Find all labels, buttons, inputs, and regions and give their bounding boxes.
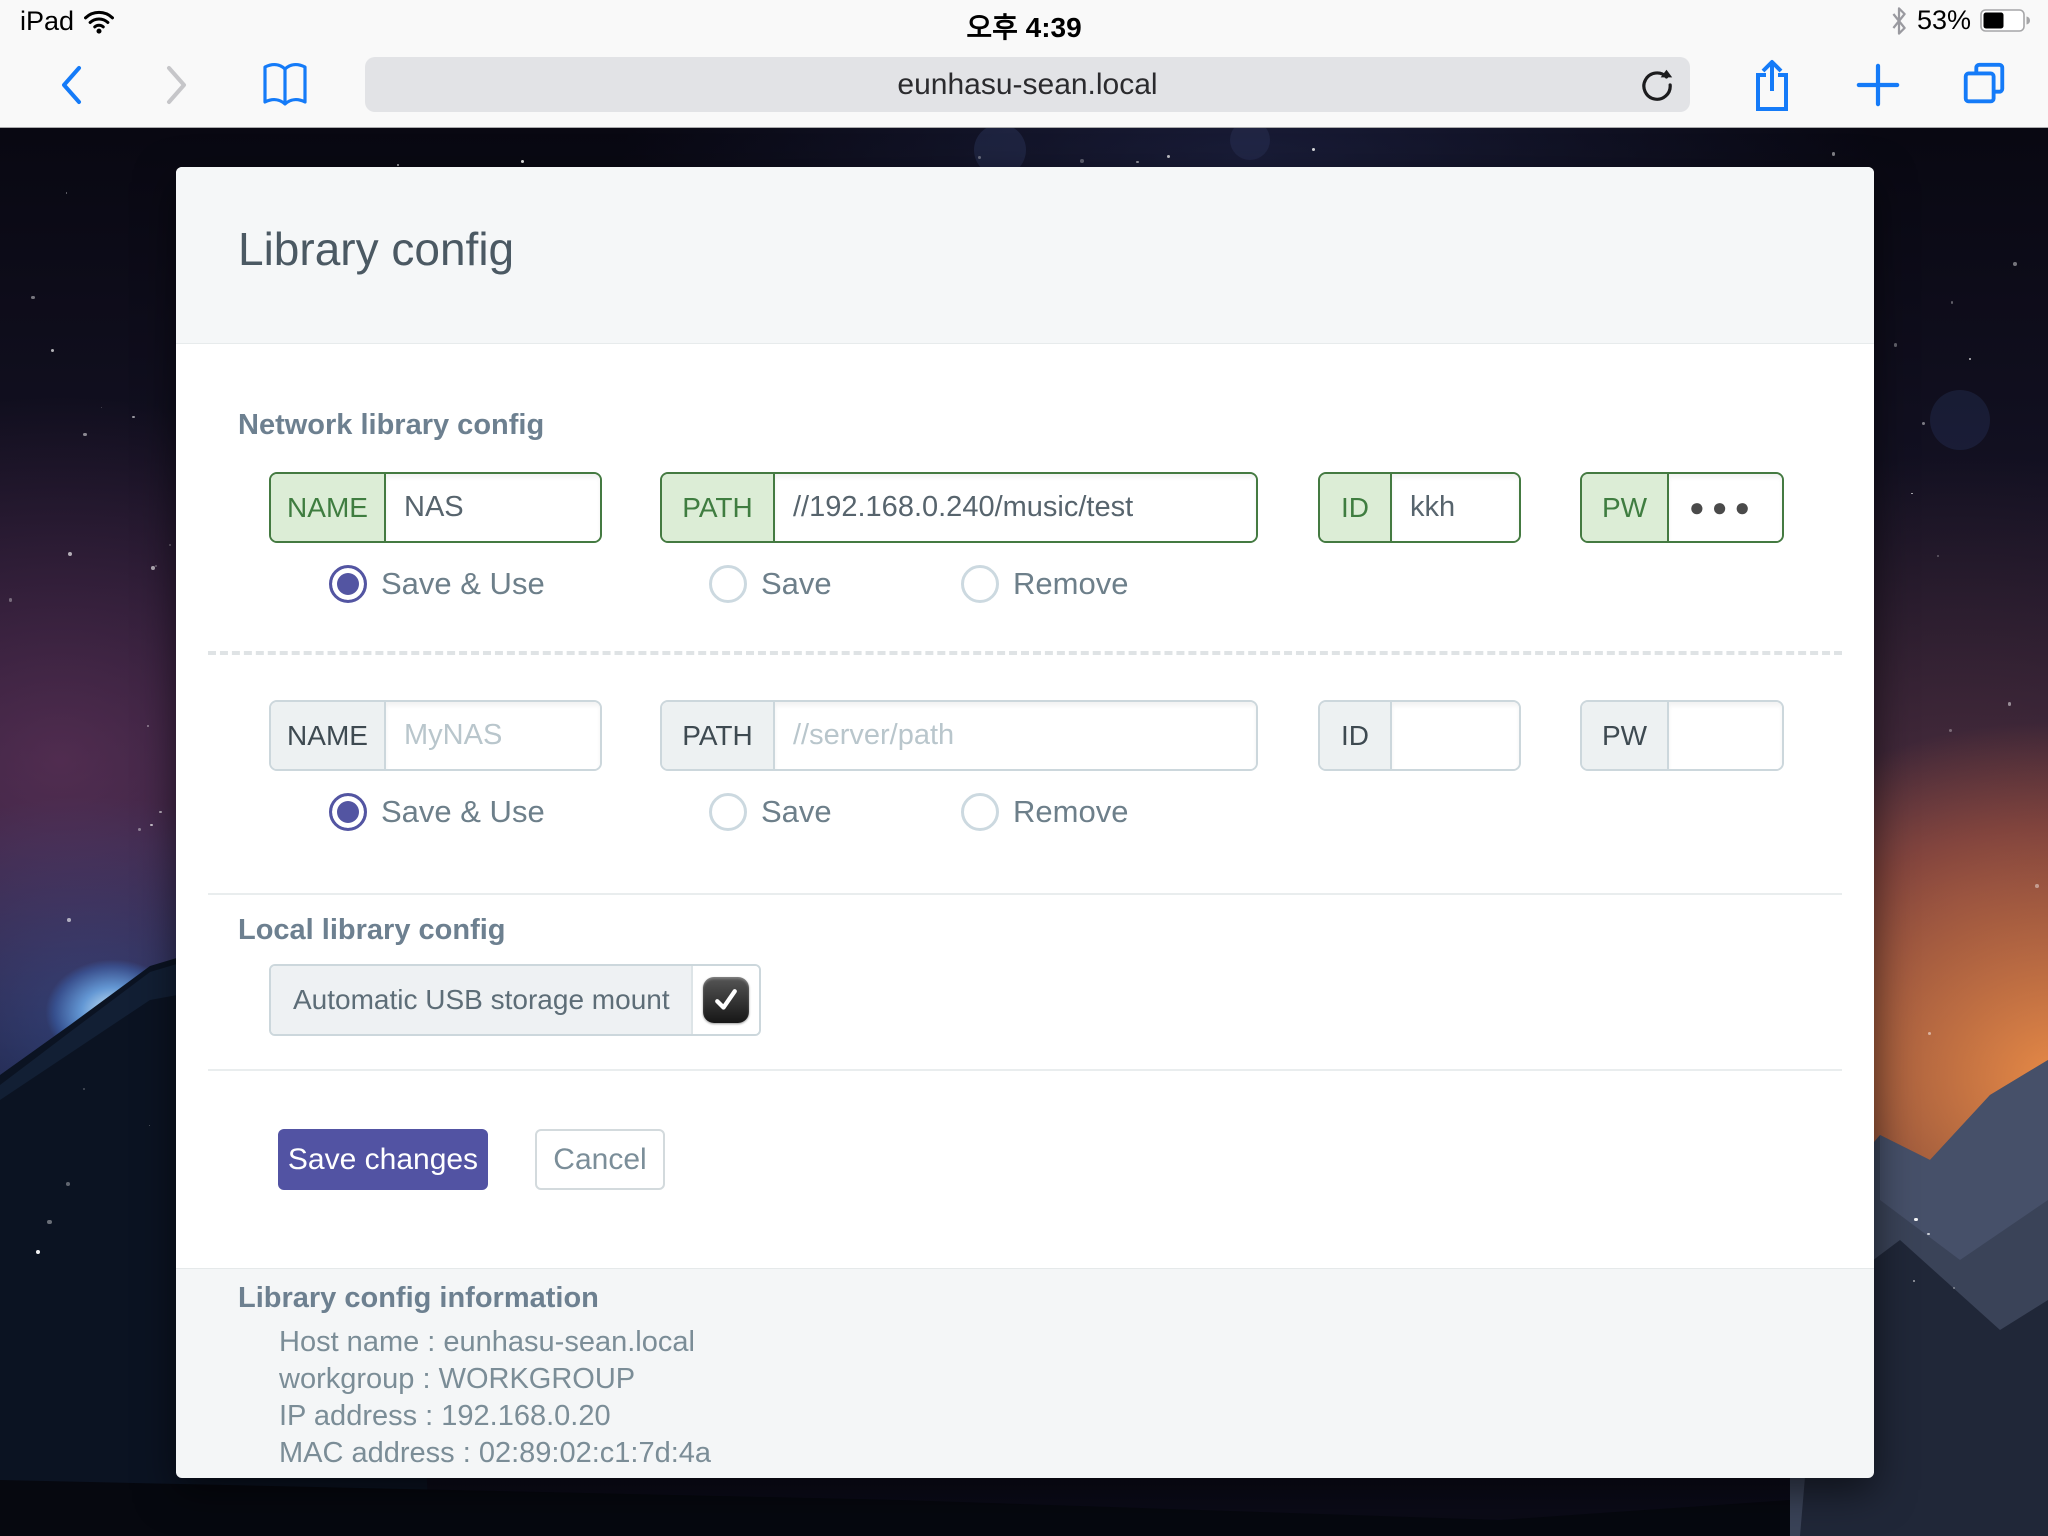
pw-field-label: PW <box>1582 702 1669 769</box>
reload-icon[interactable] <box>1638 66 1676 104</box>
info-line-ip: IP address : 192.168.0.20 <box>279 1398 711 1435</box>
path-field-label: PATH <box>662 474 775 541</box>
pw-field-group: PW <box>1580 700 1784 771</box>
radio-circle[interactable] <box>961 793 999 831</box>
radio-remove[interactable]: Remove <box>961 564 1128 604</box>
browser-toolbar: eunhasu-sean.local <box>0 42 2048 128</box>
radio-save[interactable]: Save <box>709 564 832 604</box>
bookmarks-button[interactable] <box>255 42 315 127</box>
book-icon <box>259 59 311 111</box>
pw-field-group: PW ●●● <box>1580 472 1784 543</box>
share-button[interactable] <box>1740 42 1804 127</box>
path-field-group: PATH <box>660 472 1258 543</box>
section-separator <box>208 893 1842 895</box>
id-input[interactable] <box>1392 702 1519 769</box>
url-text: eunhasu-sean.local <box>897 68 1157 102</box>
info-line-mac: MAC address : 02:89:02:c1:7d:4a <box>279 1435 711 1472</box>
usb-mount-label: Automatic USB storage mount <box>271 966 693 1034</box>
network-section-heading: Network library config <box>238 409 544 442</box>
local-section-heading: Local library config <box>238 914 506 947</box>
clock: 오후 4:39 <box>0 6 2048 46</box>
page-title: Library config <box>238 222 514 276</box>
tabs-overview-icon <box>1959 60 2009 110</box>
id-field-group: ID <box>1318 700 1521 771</box>
radio-circle[interactable] <box>329 793 367 831</box>
name-field-group: NAME <box>269 472 602 543</box>
radio-remove[interactable]: Remove <box>961 792 1128 832</box>
battery-percentage: 53% <box>1917 5 1971 36</box>
usb-checkbox-cell <box>693 966 759 1034</box>
id-field-group: ID <box>1318 472 1521 543</box>
radio-save-and-use[interactable]: Save & Use <box>329 792 545 832</box>
usb-mount-group: Automatic USB storage mount <box>269 964 761 1036</box>
name-input[interactable] <box>386 702 600 769</box>
library-config-card: Library config Network library config NA… <box>176 167 1874 1477</box>
cancel-button[interactable]: Cancel <box>535 1129 665 1190</box>
forward-chevron-icon <box>164 63 190 107</box>
id-field-label: ID <box>1320 474 1392 541</box>
id-input[interactable] <box>1392 474 1519 541</box>
share-icon <box>1748 57 1796 113</box>
info-line-hostname: Host name : eunhasu-sean.local <box>279 1324 711 1361</box>
name-field-label: NAME <box>271 474 386 541</box>
radio-circle[interactable] <box>709 565 747 603</box>
path-input[interactable] <box>775 702 1256 769</box>
path-field-label: PATH <box>662 702 775 769</box>
name-input[interactable] <box>386 474 600 541</box>
pw-input[interactable] <box>1669 702 1782 769</box>
pw-field-label: PW <box>1582 474 1669 541</box>
usb-mount-checkbox[interactable] <box>703 977 749 1023</box>
card-footer: Library config information Host name : e… <box>176 1268 1874 1478</box>
path-field-group: PATH <box>660 700 1258 771</box>
dashed-separator <box>208 651 1842 655</box>
tabs-button[interactable] <box>1952 42 2016 127</box>
screen: iPad 오후 4:39 53% <box>0 0 2048 1536</box>
new-tab-button[interactable] <box>1846 42 1910 127</box>
card-header: Library config <box>176 167 1874 344</box>
footer-heading: Library config information <box>238 1282 599 1315</box>
path-input[interactable] <box>775 474 1256 541</box>
back-button[interactable] <box>46 42 96 127</box>
name-field-label: NAME <box>271 702 386 769</box>
radio-circle[interactable] <box>709 793 747 831</box>
section-separator <box>208 1069 1842 1071</box>
radio-circle[interactable] <box>961 565 999 603</box>
bluetooth-icon <box>1890 7 1908 35</box>
radio-circle[interactable] <box>329 565 367 603</box>
battery-icon <box>1980 7 2032 34</box>
forward-button[interactable] <box>152 42 202 127</box>
save-changes-button[interactable]: Save changes <box>278 1129 488 1190</box>
check-icon <box>711 985 741 1015</box>
url-bar[interactable]: eunhasu-sean.local <box>365 57 1690 112</box>
info-line-workgroup: workgroup : WORKGROUP <box>279 1361 711 1398</box>
pw-input[interactable]: ●●● <box>1669 492 1777 523</box>
radio-save-and-use[interactable]: Save & Use <box>329 564 545 604</box>
id-field-label: ID <box>1320 702 1392 769</box>
back-chevron-icon <box>58 63 84 107</box>
name-field-group: NAME <box>269 700 602 771</box>
status-bar: iPad 오후 4:39 53% <box>0 0 2048 42</box>
radio-save[interactable]: Save <box>709 792 832 832</box>
plus-icon <box>1855 62 1901 108</box>
